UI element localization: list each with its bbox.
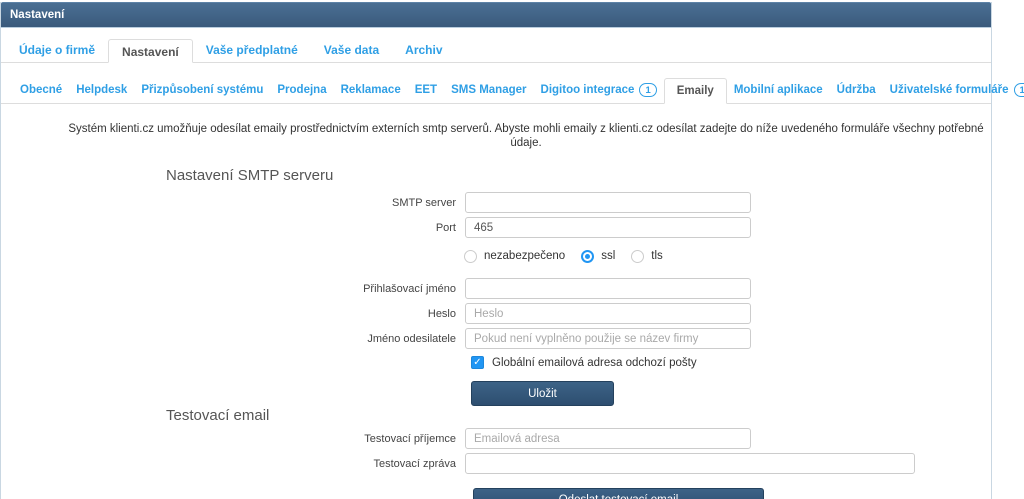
panel-titlebar: Nastavení	[1, 2, 991, 28]
sender-name-label: Jméno odesilatele	[1, 333, 456, 345]
login-row: Přihlašovací jméno	[1, 278, 991, 299]
smtp-server-row: SMTP server	[1, 192, 991, 213]
tab-prodejna[interactable]: Prodejna	[270, 77, 333, 103]
tab-emaily[interactable]: Emaily	[664, 78, 727, 104]
test-message-input[interactable]	[465, 453, 915, 474]
sender-name-row: Jméno odesilatele	[1, 328, 991, 349]
tab-sms-manager[interactable]: SMS Manager	[444, 77, 533, 103]
tab-vase-predplatne[interactable]: Vaše předplatné	[193, 38, 311, 62]
tab-label: Uživatelské formuláře	[890, 84, 1009, 96]
test-message-label: Testovací zpráva	[1, 458, 456, 470]
tab-count-badge: 1	[639, 83, 656, 97]
password-row: Heslo	[1, 303, 991, 324]
tab-obecne[interactable]: Obecné	[13, 77, 69, 103]
smtp-server-input[interactable]	[465, 192, 751, 213]
port-input[interactable]	[465, 217, 751, 238]
global-email-checkbox-row: ✓ Globální emailová adresa odchozí pošty	[471, 356, 991, 369]
tab-eet[interactable]: EET	[408, 77, 444, 103]
password-label: Heslo	[1, 308, 456, 320]
test-recipient-input[interactable]	[465, 428, 751, 449]
password-input[interactable]	[465, 303, 751, 324]
test-recipient-row: Testovací příjemce	[1, 428, 991, 449]
port-label: Port	[1, 222, 456, 234]
tab-udaje-o-firme[interactable]: Údaje o firmě	[6, 38, 108, 62]
tab-count-badge: 14	[1014, 83, 1024, 97]
test-recipient-label: Testovací příjemce	[1, 433, 456, 445]
page-title: Nastavení	[10, 9, 64, 21]
test-email-section-heading: Testovací email	[166, 407, 991, 425]
smtp-server-label: SMTP server	[1, 197, 456, 209]
login-input[interactable]	[465, 278, 751, 299]
security-radio-group: nezabezpečeno ssl tls	[464, 249, 991, 263]
radio-tls[interactable]	[631, 250, 644, 263]
tab-udrzba[interactable]: Údržba	[830, 77, 883, 103]
tab-archiv[interactable]: Archiv	[392, 38, 455, 62]
save-button[interactable]: Uložit	[471, 381, 614, 406]
radio-ssl[interactable]	[581, 250, 594, 263]
primary-tab-bar: Údaje o firmě Nastavení Vaše předplatné …	[1, 38, 991, 63]
tab-mobilni-aplikace[interactable]: Mobilní aplikace	[727, 77, 830, 103]
radio-tls-label[interactable]: tls	[651, 250, 663, 262]
tab-nastaveni[interactable]: Nastavení	[108, 39, 193, 63]
tab-label: Digitoo integrace	[541, 84, 635, 96]
smtp-section-heading: Nastavení SMTP serveru	[166, 166, 991, 186]
test-message-row: Testovací zpráva	[1, 453, 991, 474]
tab-digitoo-integrace[interactable]: Digitoo integrace 1	[534, 77, 664, 103]
radio-nezabezpeceno[interactable]	[464, 250, 477, 263]
send-test-email-button[interactable]: Odeslat testovací email	[473, 488, 764, 499]
secondary-tab-bar: Obecné Helpdesk Přizpůsobení systému Pro…	[1, 77, 991, 104]
radio-nezabezpeceno-label[interactable]: nezabezpečeno	[484, 250, 565, 262]
tab-helpdesk[interactable]: Helpdesk	[69, 77, 134, 103]
tab-uzivatelske-formulare[interactable]: Uživatelské formuláře 14	[883, 77, 1024, 103]
emaily-tab-content: Systém klienti.cz umožňuje odesílat emai…	[1, 122, 991, 499]
checkbox-checked-icon[interactable]: ✓	[471, 356, 484, 369]
login-label: Přihlašovací jméno	[1, 283, 456, 295]
sender-name-input[interactable]	[465, 328, 751, 349]
intro-text: Systém klienti.cz umožňuje odesílat emai…	[1, 122, 991, 150]
settings-page: Nastavení Údaje o firmě Nastavení Vaše p…	[0, 0, 1024, 499]
port-row: Port	[1, 217, 991, 238]
tab-reklamace[interactable]: Reklamace	[334, 77, 408, 103]
global-email-checkbox-label[interactable]: Globální emailová adresa odchozí pošty	[492, 357, 697, 369]
radio-ssl-label[interactable]: ssl	[601, 250, 615, 262]
tab-prizpusobeni-systemu[interactable]: Přizpůsobení systému	[134, 77, 270, 103]
settings-panel: Nastavení Údaje o firmě Nastavení Vaše p…	[0, 2, 992, 499]
tab-vase-data[interactable]: Vaše data	[311, 38, 392, 62]
